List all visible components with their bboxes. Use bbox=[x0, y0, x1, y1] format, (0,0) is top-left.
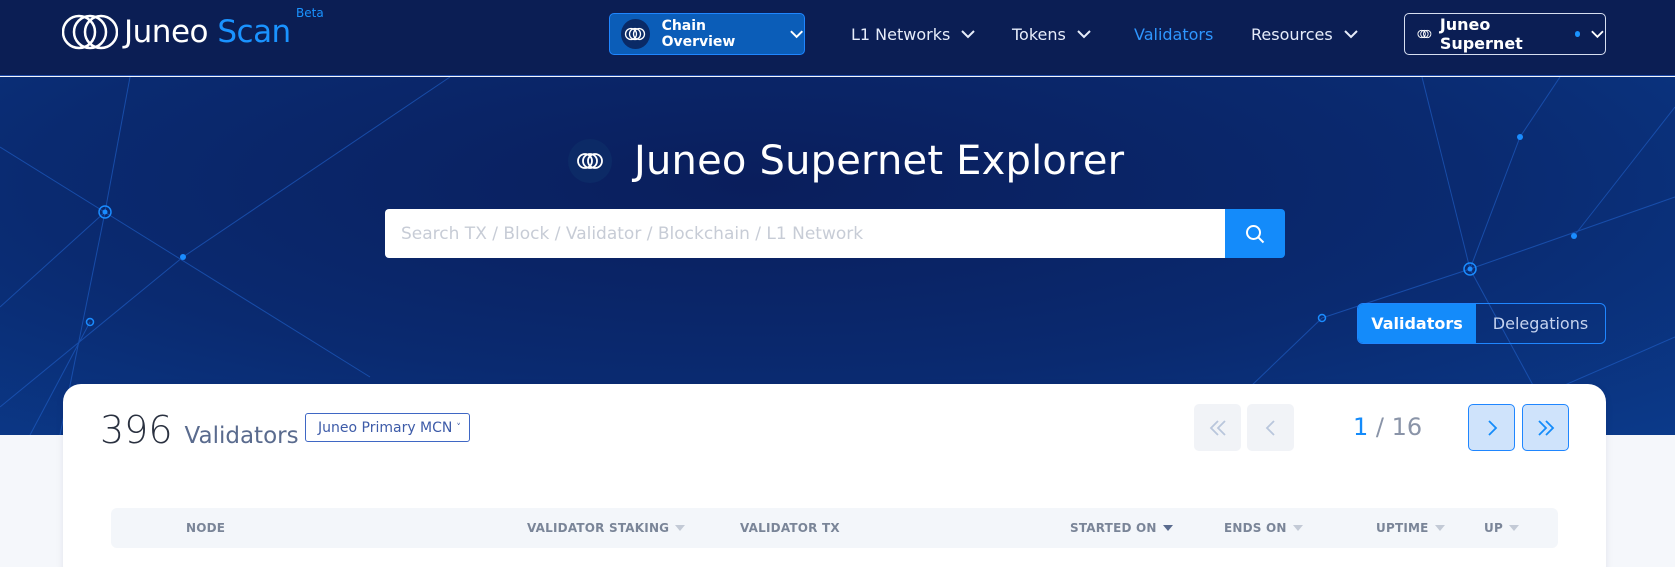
double-chevron-right-icon bbox=[1537, 419, 1554, 436]
first-page-button[interactable] bbox=[1194, 404, 1241, 451]
nav-tokens-label: Tokens bbox=[1012, 24, 1066, 44]
chevron-down-icon bbox=[1077, 30, 1091, 39]
column-node-label: NODE bbox=[186, 521, 226, 535]
sort-icon bbox=[675, 525, 686, 531]
column-uptime-label: UPTIME bbox=[1376, 521, 1429, 535]
network-selector-button[interactable]: Juneo Supernet bbox=[1404, 13, 1606, 55]
column-ends-on-label: ENDS ON bbox=[1224, 521, 1287, 535]
sort-icon bbox=[1434, 525, 1445, 531]
column-node[interactable]: NODE bbox=[186, 508, 225, 548]
nav-l1-networks[interactable]: L1 Networks bbox=[851, 22, 976, 46]
nav-l1-networks-label: L1 Networks bbox=[851, 24, 951, 44]
nav-resources-label: Resources bbox=[1251, 24, 1333, 44]
chain-overview-button[interactable]: Chain Overview bbox=[609, 13, 805, 55]
page-title: Juneo Supernet Explorer bbox=[634, 138, 1125, 184]
sort-icon bbox=[1508, 525, 1519, 531]
chain-overview-label: Chain Overview bbox=[661, 18, 736, 50]
table-header: NODE VALIDATOR STAKING VALIDATOR TX STAR… bbox=[111, 508, 1558, 548]
hero-banner: Juneo Supernet Explorer Validators Deleg… bbox=[0, 77, 1675, 435]
network-selector-label: Juneo Supernet bbox=[1439, 15, 1523, 53]
network-filter-select[interactable]: Juneo Primary MCN ˅ bbox=[305, 413, 470, 442]
column-started-on[interactable]: STARTED ON bbox=[1070, 508, 1173, 548]
logo-accent-text: Scan bbox=[217, 14, 291, 50]
page-indicator: 1 / 16 bbox=[1353, 413, 1422, 441]
column-ends-on[interactable]: ENDS ON bbox=[1224, 508, 1303, 548]
column-up[interactable]: UP bbox=[1484, 508, 1519, 548]
column-up-label: UP bbox=[1484, 521, 1503, 535]
hero-title-group: Juneo Supernet Explorer bbox=[568, 137, 1124, 185]
logo-text: Juneo Scan bbox=[124, 14, 291, 50]
validators-count-label: Validators bbox=[184, 423, 299, 449]
current-page: 1 bbox=[1353, 413, 1369, 441]
chain-rings-icon bbox=[621, 19, 650, 49]
top-navigation-bar: Juneo Scan Beta Chain Overview L1 Networ… bbox=[0, 0, 1675, 76]
network-rings-icon bbox=[1417, 29, 1432, 39]
column-started-on-label: STARTED ON bbox=[1070, 521, 1157, 535]
caret-down-icon: ˅ bbox=[456, 422, 461, 433]
nav-validators-label: Validators bbox=[1134, 24, 1214, 44]
next-page-button[interactable] bbox=[1468, 404, 1515, 451]
validators-count: 396 Validators bbox=[100, 408, 299, 452]
juneo-scan-logo[interactable]: Juneo Scan bbox=[62, 12, 291, 52]
last-page-button[interactable] bbox=[1522, 404, 1569, 451]
page-separator: / bbox=[1375, 413, 1385, 441]
double-chevron-left-icon bbox=[1209, 419, 1226, 436]
network-status-dot bbox=[1574, 31, 1581, 37]
search-field-container bbox=[385, 209, 1225, 258]
search-button[interactable] bbox=[1225, 209, 1285, 258]
nav-validators[interactable]: Validators bbox=[1134, 22, 1213, 46]
validators-count-number: 396 bbox=[100, 408, 173, 452]
logo-primary-text: Juneo bbox=[124, 14, 208, 50]
chevron-down-icon bbox=[1591, 30, 1604, 39]
toggle-validators[interactable]: Validators bbox=[1358, 304, 1476, 343]
column-validator-staking-label: VALIDATOR STAKING bbox=[527, 521, 670, 535]
chevron-down-icon bbox=[961, 30, 976, 39]
chevron-left-icon bbox=[1265, 419, 1275, 436]
search-input[interactable] bbox=[385, 209, 1225, 258]
column-validator-staking[interactable]: VALIDATOR STAKING bbox=[527, 508, 686, 548]
view-toggle: Validators Delegations bbox=[1357, 303, 1606, 344]
nav-resources[interactable]: Resources bbox=[1251, 22, 1359, 46]
network-filter-value: Juneo Primary MCN bbox=[318, 419, 453, 436]
chevron-down-icon bbox=[789, 30, 803, 39]
column-uptime[interactable]: UPTIME bbox=[1376, 508, 1445, 548]
juneo-supernet-logo-icon bbox=[568, 139, 612, 183]
column-validator-tx-label: VALIDATOR TX bbox=[740, 521, 840, 535]
beta-badge: Beta bbox=[296, 6, 324, 20]
toggle-delegations[interactable]: Delegations bbox=[1476, 304, 1605, 343]
sort-icon bbox=[1292, 525, 1303, 531]
chevron-right-icon bbox=[1487, 419, 1497, 436]
nav-tokens[interactable]: Tokens bbox=[1012, 22, 1092, 46]
previous-page-button[interactable] bbox=[1247, 404, 1294, 451]
total-pages: 16 bbox=[1391, 413, 1423, 441]
sort-active-icon bbox=[1162, 525, 1173, 531]
validators-card: 396 Validators Juneo Primary MCN ˅ 1 / 1… bbox=[63, 384, 1606, 567]
chevron-down-icon bbox=[1344, 30, 1358, 39]
juneo-rings-icon bbox=[62, 14, 118, 50]
search-icon bbox=[1246, 224, 1265, 243]
column-validator-tx[interactable]: VALIDATOR TX bbox=[740, 508, 840, 548]
